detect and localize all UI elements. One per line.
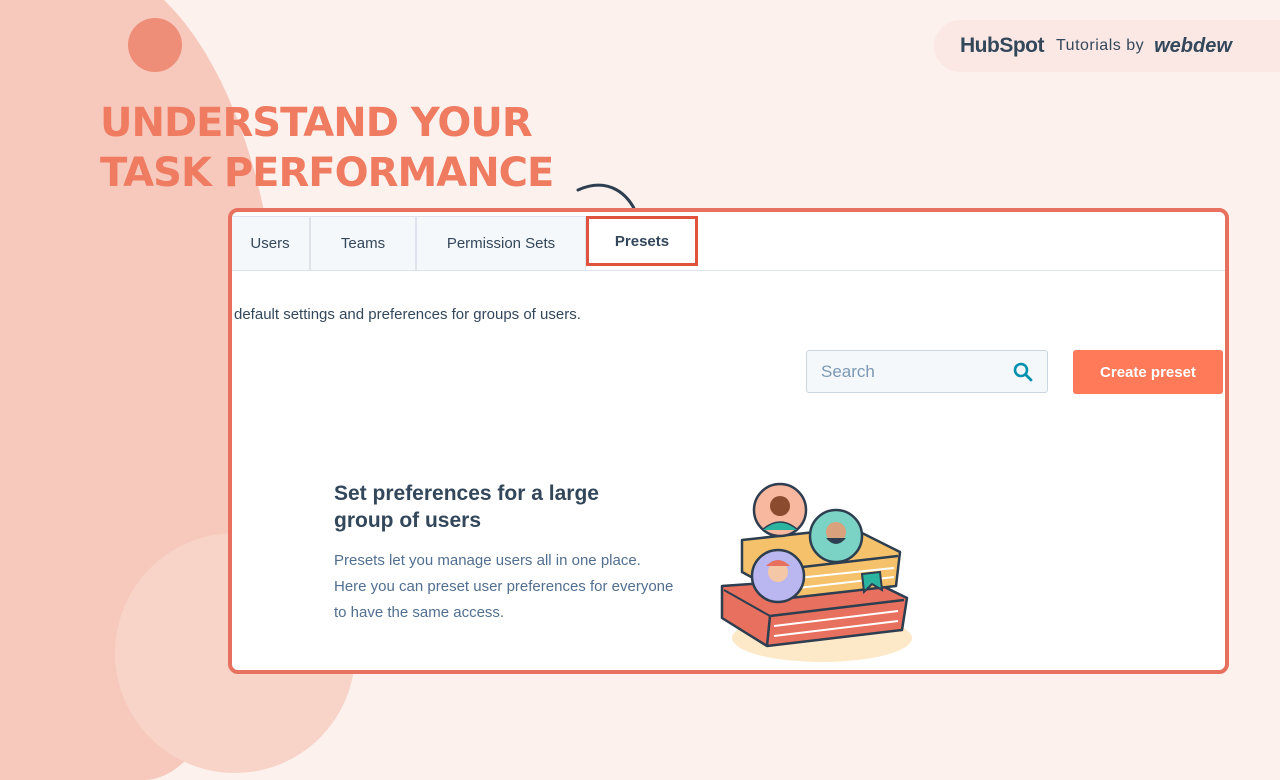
tab-teams[interactable]: Teams [310,216,416,270]
tab-presets[interactable]: Presets [586,216,698,266]
search-input[interactable] [819,361,1003,383]
background-dot [128,18,182,72]
page-description: default settings and preferences for gro… [234,306,581,323]
tab-teams-label: Teams [340,235,386,252]
tutorials-label: Tutorials by [1055,37,1145,54]
tab-permission-sets-label: Permission Sets [446,235,556,252]
empty-state-text: Presets let you manage users all in one … [334,552,674,621]
webdew-logo: webdew [1154,34,1232,57]
search-icon[interactable] [1013,362,1033,382]
tab-permission-sets[interactable]: Permission Sets [416,216,586,270]
tab-users[interactable]: Users [232,216,310,270]
brand-badge: HubSpot Tutorials by webdew [934,20,1280,72]
tab-users-label: Users [250,235,290,252]
tab-bar: Users Teams Permission Sets Presets [232,212,1225,271]
headline-line-2: TASK PERFORMANCE [100,150,554,196]
headline: UNDERSTAND YOUR TASK PERFORMANCE [100,98,554,198]
preset-books-illustration [720,482,912,662]
hubspot-logo: HubSpot [960,34,1044,57]
search-box[interactable] [806,350,1048,393]
headline-line-1: UNDERSTAND YOUR [100,100,533,146]
empty-state-title: Set preferences for a large group of use… [334,482,599,532]
create-preset-button[interactable]: Create preset [1073,350,1223,394]
tab-presets-label: Presets [614,232,670,250]
screenshot-frame: Users Teams Permission Sets Presets defa… [228,208,1229,674]
